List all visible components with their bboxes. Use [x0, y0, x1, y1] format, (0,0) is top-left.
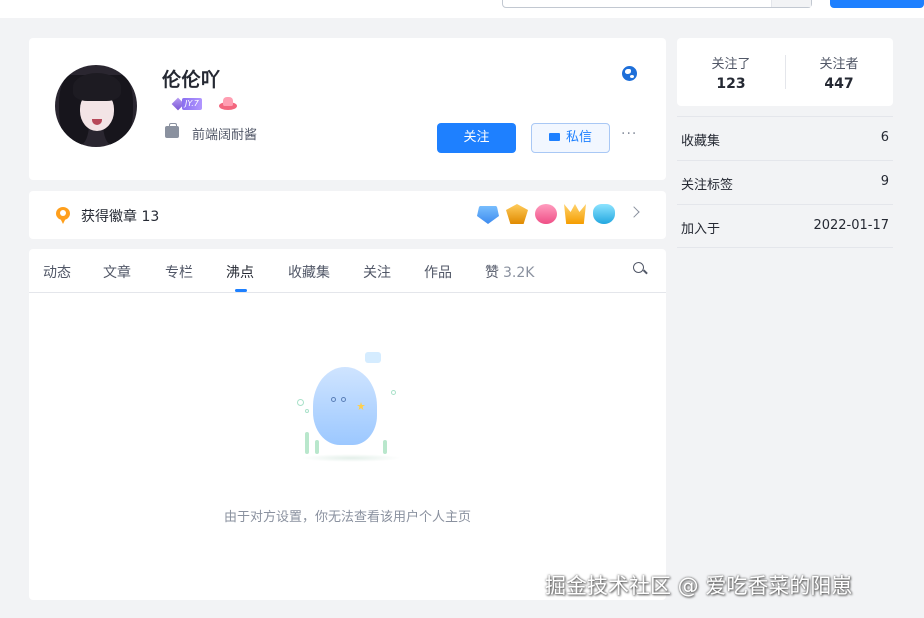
- medal-icon: [56, 207, 70, 224]
- badges-count-label: 获得徽章 13: [81, 209, 160, 225]
- stat-row-joined: 加入于 2022-01-17: [677, 204, 893, 248]
- avatar[interactable]: [55, 65, 137, 147]
- tab-works[interactable]: 作品: [424, 262, 452, 282]
- username: 伦伦吖: [162, 69, 221, 91]
- empty-state-message: 由于对方设置，你无法查看该用户个人主页: [223, 510, 471, 525]
- follow-button[interactable]: 关注: [437, 123, 516, 153]
- tab-collections[interactable]: 收藏集: [288, 262, 330, 282]
- following-label: 关注了: [711, 57, 751, 72]
- top-search-input[interactable]: [502, 0, 812, 8]
- followers-count: 447: [824, 76, 854, 92]
- medal-ribbon: [60, 218, 66, 224]
- tab-columns[interactable]: 专栏: [165, 262, 193, 282]
- stat-row-tags[interactable]: 关注标签 9: [677, 160, 893, 204]
- tab-likes[interactable]: 赞 3.2K: [485, 262, 534, 282]
- illustration-bubble-dot: [305, 409, 309, 413]
- mail-icon: [548, 132, 560, 141]
- illustration-plant: [383, 440, 387, 454]
- globe-icon[interactable]: [622, 66, 637, 81]
- badge-pink-gem-icon: [535, 204, 557, 224]
- top-create-button[interactable]: [830, 0, 924, 8]
- illustration-ground: [301, 454, 401, 462]
- main-content-card: 动态 文章 专栏 沸点 收藏集 关注 作品 赞 3.2K 由于对方设置，你无法查看…: [29, 249, 666, 600]
- stat-label: 关注标签: [681, 178, 734, 193]
- illustration-ghost: [313, 367, 377, 445]
- tab-following[interactable]: 关注: [363, 262, 391, 282]
- stat-label: 加入于: [681, 222, 721, 237]
- level-badge-text: JY.7: [182, 98, 202, 110]
- search-icon-ring: [633, 262, 644, 273]
- message-button-label: 私信: [565, 130, 592, 145]
- more-options-button[interactable]: ···: [621, 126, 637, 142]
- tab-likes-label: 赞: [485, 265, 499, 281]
- profile-stats-list: 收藏集 6 关注标签 9 加入于 2022-01-17: [677, 116, 893, 248]
- stat-row-collections[interactable]: 收藏集 6: [677, 116, 893, 160]
- stat-value: 9: [880, 174, 889, 189]
- stat-value: 2022-01-17: [813, 218, 889, 233]
- speech-bubble-icon: [365, 352, 381, 363]
- badges-card[interactable]: 获得徽章 13: [29, 191, 666, 239]
- job-title: 前端阔耐酱: [192, 128, 258, 143]
- tab-likes-count: 3.2K: [503, 265, 535, 281]
- stat-label: 收藏集: [681, 134, 721, 149]
- watermark-text: 掘金技术社区 @ 爱吃香菜的阳崽: [545, 574, 853, 598]
- search-icon-handle: [643, 269, 648, 275]
- badge-cyan-gem-icon: [593, 204, 615, 224]
- hat-badge-crown: [223, 97, 233, 106]
- ghost-eye-left: [331, 397, 336, 402]
- tab-articles[interactable]: 文章: [103, 262, 131, 282]
- illustration-plant: [315, 440, 319, 454]
- top-navbar: [0, 0, 924, 18]
- illustration-bubble-dot: [297, 399, 304, 406]
- illustration-bubble-dot: [391, 390, 396, 395]
- badge-gold-hat-icon: [506, 204, 528, 224]
- follow-stats-card: 关注了 123 关注者 447: [677, 38, 893, 106]
- profile-card: 伦伦吖 JY.7 前端阔耐酱 关注 私信 ···: [29, 38, 666, 180]
- following-count: 123: [716, 76, 746, 92]
- chevron-right-icon[interactable]: [628, 206, 640, 218]
- tab-pins[interactable]: 沸点: [226, 262, 254, 282]
- badge-gold-crown-icon: [564, 204, 586, 224]
- followers-stat[interactable]: 关注者 447: [785, 53, 893, 92]
- following-stat[interactable]: 关注了 123: [677, 53, 785, 92]
- active-tab-indicator: [235, 289, 247, 292]
- badge-blue-shield-icon: [477, 206, 499, 224]
- tab-bar: 动态 文章 专栏 沸点 收藏集 关注 作品 赞 3.2K: [29, 249, 666, 293]
- hat-badge-icon[interactable]: [217, 96, 239, 112]
- avatar-bangs: [73, 73, 121, 101]
- followers-label: 关注者: [819, 57, 859, 72]
- top-search-button[interactable]: [771, 0, 811, 7]
- briefcase-icon: [165, 123, 179, 138]
- empty-state-illustration: [291, 336, 411, 466]
- tab-activity[interactable]: 动态: [43, 262, 71, 282]
- illustration-plant: [305, 432, 309, 454]
- ghost-eye-right: [341, 397, 346, 402]
- message-button[interactable]: 私信: [531, 123, 610, 153]
- search-icon[interactable]: [633, 262, 648, 276]
- stat-value: 6: [880, 130, 889, 145]
- level-badge[interactable]: JY.7: [171, 97, 208, 111]
